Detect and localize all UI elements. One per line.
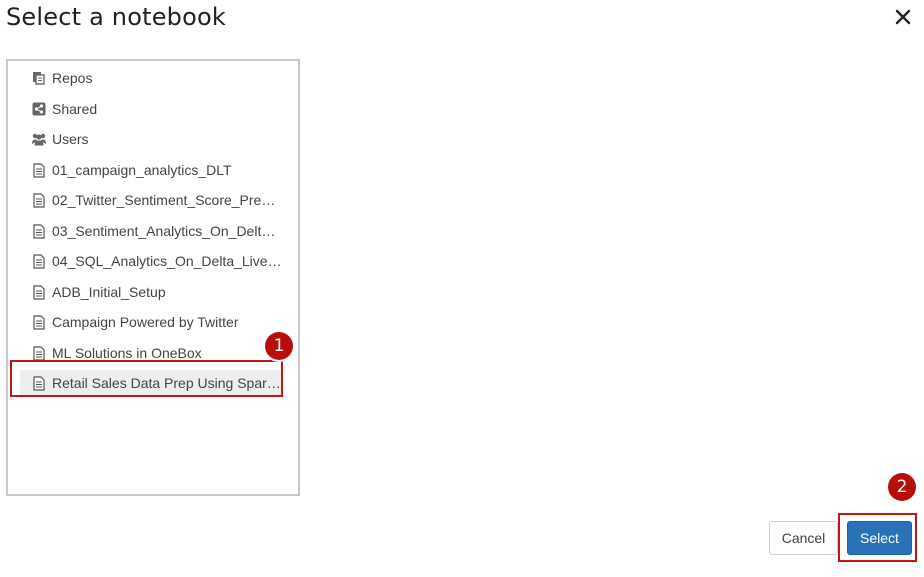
share-icon xyxy=(30,100,48,118)
tree-item-label: Campaign Powered by Twitter xyxy=(52,314,239,330)
repos-icon xyxy=(30,69,48,87)
tree-item-notebook[interactable]: 02_Twitter_Sentiment_Score_Pred_... xyxy=(20,187,282,213)
tree-item-label: Users xyxy=(52,131,89,147)
tree-item-shared[interactable]: Shared xyxy=(20,96,282,122)
notebook-tree[interactable]: Repos Shared Users 01_campaign_analytics… xyxy=(6,59,300,496)
tree-item-label: ADB_Initial_Setup xyxy=(52,284,166,300)
select-button[interactable]: Select xyxy=(847,521,912,555)
notebook-file-icon xyxy=(30,283,48,301)
dialog-title: Select a notebook xyxy=(6,3,226,31)
annotation-marker-1: 1 xyxy=(265,332,293,360)
notebook-file-icon xyxy=(30,191,48,209)
tree-item-users[interactable]: Users xyxy=(20,126,282,152)
tree-item-notebook[interactable]: Campaign Powered by Twitter xyxy=(20,309,282,335)
cancel-button[interactable]: Cancel xyxy=(769,521,838,555)
tree-item-label: Retail Sales Data Prep Using Spark ... xyxy=(52,375,282,391)
tree-item-notebook[interactable]: ML Solutions in OneBox xyxy=(20,340,282,366)
notebook-file-icon xyxy=(30,313,48,331)
tree-item-repos[interactable]: Repos xyxy=(20,65,282,91)
notebook-file-icon xyxy=(30,222,48,240)
tree-item-notebook[interactable]: 04_SQL_Analytics_On_Delta_Live_T... xyxy=(20,248,282,274)
tree-item-notebook-selected[interactable]: Retail Sales Data Prep Using Spark ... xyxy=(20,370,282,396)
notebook-file-icon xyxy=(30,252,48,270)
close-button[interactable] xyxy=(890,4,916,30)
tree-item-label: Shared xyxy=(52,101,98,117)
tree-item-label: Repos xyxy=(52,70,93,86)
tree-item-notebook[interactable]: ADB_Initial_Setup xyxy=(20,279,282,305)
tree-item-label: 01_campaign_analytics_DLT xyxy=(52,162,232,178)
tree-item-label: 02_Twitter_Sentiment_Score_Pred_... xyxy=(52,192,282,208)
tree-item-label: 04_SQL_Analytics_On_Delta_Live_T... xyxy=(52,253,282,269)
notebook-file-icon xyxy=(30,374,48,392)
tree-item-label: ML Solutions in OneBox xyxy=(52,345,202,361)
close-icon xyxy=(895,9,911,25)
tree-item-notebook[interactable]: 01_campaign_analytics_DLT xyxy=(20,157,282,183)
annotation-marker-2: 2 xyxy=(888,473,916,501)
tree-item-notebook[interactable]: 03_Sentiment_Analytics_On_Delta_... xyxy=(20,218,282,244)
tree-item-label: 03_Sentiment_Analytics_On_Delta_... xyxy=(52,223,282,239)
users-icon xyxy=(30,130,48,148)
notebook-file-icon xyxy=(30,161,48,179)
notebook-file-icon xyxy=(30,344,48,362)
